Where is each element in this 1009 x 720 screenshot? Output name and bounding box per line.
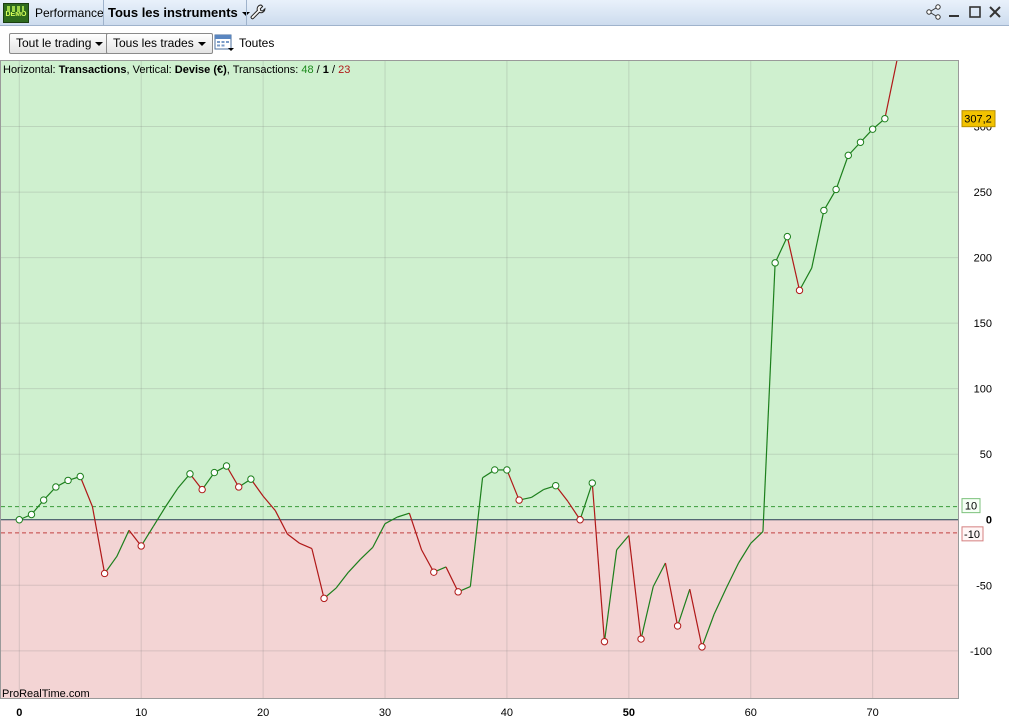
legend-h-value: Transactions	[59, 64, 127, 76]
equity-point	[210, 468, 219, 477]
equity-point	[64, 476, 72, 485]
equity-point	[783, 232, 792, 241]
minimize-icon[interactable]	[946, 4, 962, 20]
chevron-down-icon	[197, 41, 206, 46]
x-tick-label: 70	[867, 707, 879, 719]
calendar-icon[interactable]	[214, 33, 234, 52]
equity-point	[820, 206, 828, 215]
equity-point	[320, 594, 328, 603]
equity-point	[222, 462, 231, 470]
last-value-label: 307,2	[964, 114, 992, 126]
legend-v-label: , Vertical:	[127, 64, 175, 76]
equity-point	[52, 483, 60, 491]
equity-point	[491, 466, 499, 474]
equity-point	[100, 569, 109, 578]
threshold-lower-label: -10	[964, 529, 980, 541]
x-tick-label: 40	[501, 707, 513, 719]
equity-point	[673, 622, 682, 630]
y-tick-label: 150	[974, 318, 992, 330]
legend-sep: /	[329, 64, 338, 76]
equity-point	[454, 588, 462, 596]
wrench-icon[interactable]	[250, 4, 266, 20]
window-controls	[925, 4, 1003, 21]
tab-performance[interactable]: Performance	[35, 6, 104, 20]
instruments-dropdown[interactable]: Tous les instruments	[108, 5, 250, 20]
x-tick-label: 20	[257, 707, 269, 719]
equity-point	[698, 643, 706, 651]
y-tick-label: 200	[974, 253, 992, 265]
chevron-down-icon	[95, 41, 104, 46]
x-tick-label: 30	[379, 707, 391, 719]
equity-point	[198, 485, 206, 494]
demo-badge: DEMO	[3, 3, 29, 23]
trades-select[interactable]: Tous les trades	[106, 33, 213, 54]
trades-select-label: Tous les trades	[113, 36, 194, 50]
trading-select-label: Tout le trading	[16, 36, 92, 50]
y-tick-label: 0	[986, 515, 992, 527]
x-tick-label: 10	[135, 707, 147, 719]
trading-select[interactable]: Tout le trading	[9, 33, 111, 54]
equity-point	[27, 510, 36, 519]
y-tick-label: 250	[974, 187, 992, 199]
instruments-dropdown-label: Tous les instruments	[108, 5, 238, 20]
y-tick-label: 50	[980, 449, 992, 461]
equity-point	[39, 496, 48, 504]
equity-point	[15, 516, 23, 524]
equity-point	[868, 125, 877, 133]
equity-point	[844, 151, 852, 160]
equity-point	[430, 568, 438, 576]
equity-point	[503, 466, 511, 474]
period-label: Toutes	[239, 36, 275, 50]
equity-point	[588, 479, 596, 487]
equity-point	[600, 637, 609, 646]
equity-point	[795, 286, 804, 295]
demo-badge-text: DEMO	[5, 11, 27, 18]
equity-point	[186, 470, 194, 478]
equity-point	[137, 542, 145, 550]
watermark: ProRealTime.com	[2, 688, 90, 700]
equity-point	[881, 114, 889, 123]
legend-t-label: , Transactions:	[227, 64, 302, 76]
threshold-upper-label: 10	[965, 501, 977, 513]
x-tick-label: 0	[16, 707, 22, 719]
x-tick-label: 50	[623, 707, 635, 719]
equity-point	[576, 516, 584, 524]
title-divider	[246, 0, 247, 25]
equity-chart: -100-5005010015020025030010-10307,2 0 10 2…	[0, 60, 996, 719]
positive-zone	[1, 61, 958, 520]
chart-legend: Horizontal: Transactions, Vertical: Devi…	[3, 64, 350, 76]
equity-point	[235, 483, 243, 491]
equity-point	[76, 472, 84, 481]
y-tick-label: -100	[970, 646, 992, 658]
share-icon[interactable]	[926, 4, 942, 20]
equity-point	[247, 475, 255, 483]
y-tick-label: 100	[974, 384, 992, 396]
x-tick-label: 60	[745, 707, 757, 719]
close-icon[interactable]	[987, 4, 1003, 20]
legend-wins: 48	[301, 64, 313, 76]
equity-point	[771, 259, 779, 267]
equity-point	[551, 481, 560, 490]
legend-h-label: Horizontal:	[3, 64, 59, 76]
title-divider	[103, 0, 104, 25]
legend-sep: /	[314, 64, 323, 76]
legend-v-value: Devise (€)	[175, 64, 227, 76]
y-tick-label: -50	[976, 580, 992, 592]
maximize-icon[interactable]	[967, 4, 983, 20]
equity-point	[637, 635, 645, 643]
equity-point	[832, 185, 840, 194]
equity-point	[515, 496, 523, 504]
legend-losses: 23	[338, 64, 350, 76]
equity-point	[856, 138, 865, 146]
title-bar: DEMO Performance Tous les instruments	[0, 0, 1009, 26]
